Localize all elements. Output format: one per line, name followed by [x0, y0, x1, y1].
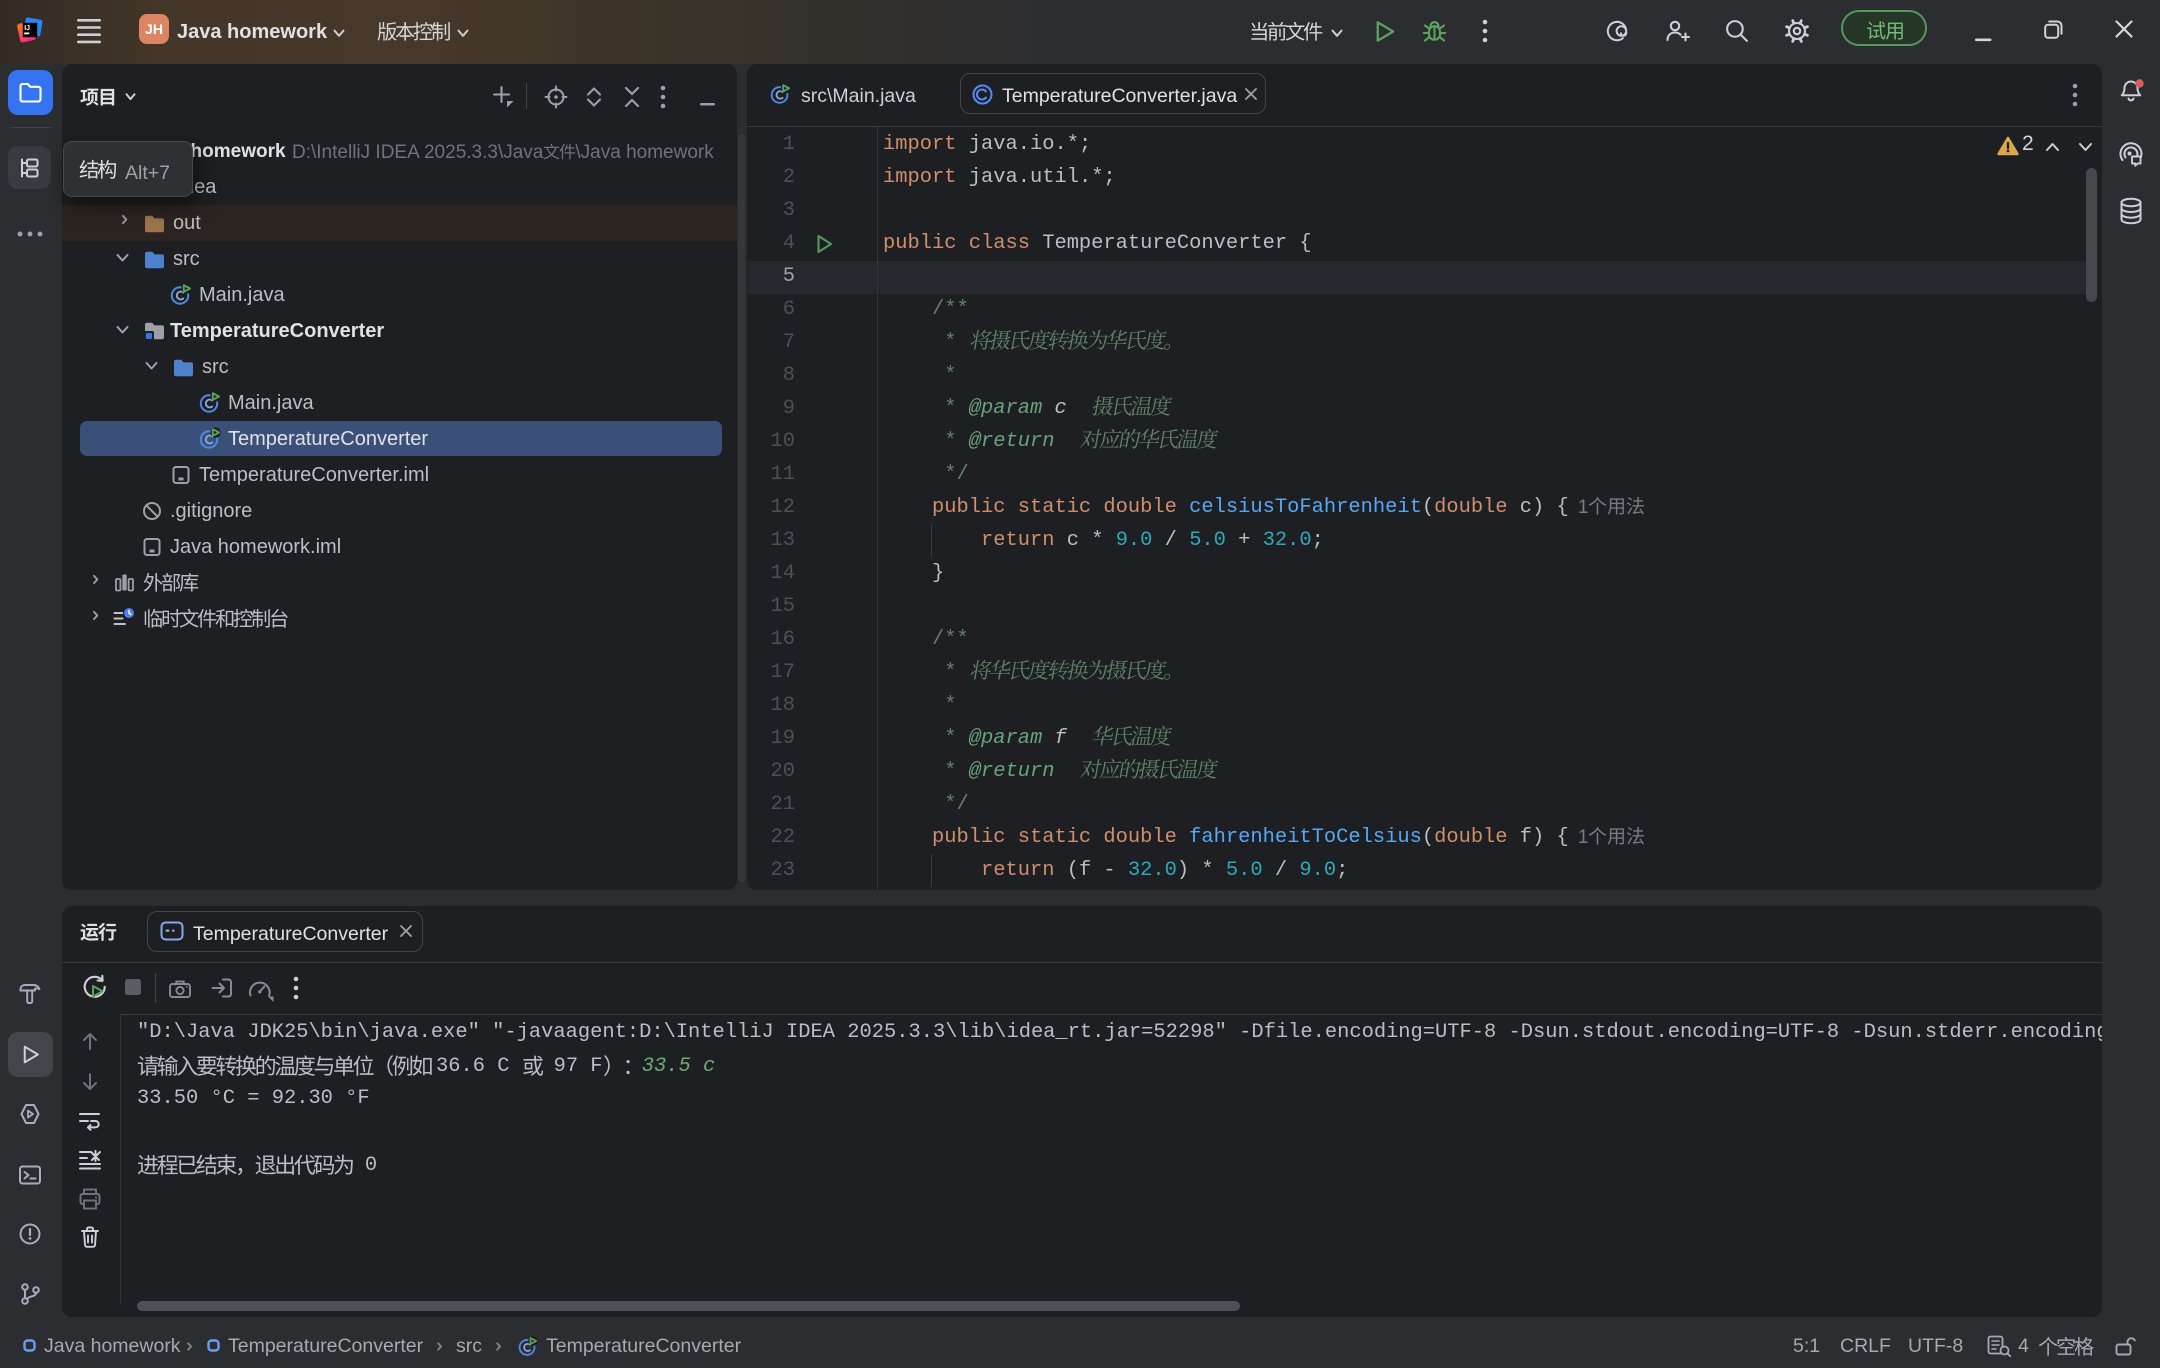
svg-text:IJ: IJ: [24, 25, 30, 32]
